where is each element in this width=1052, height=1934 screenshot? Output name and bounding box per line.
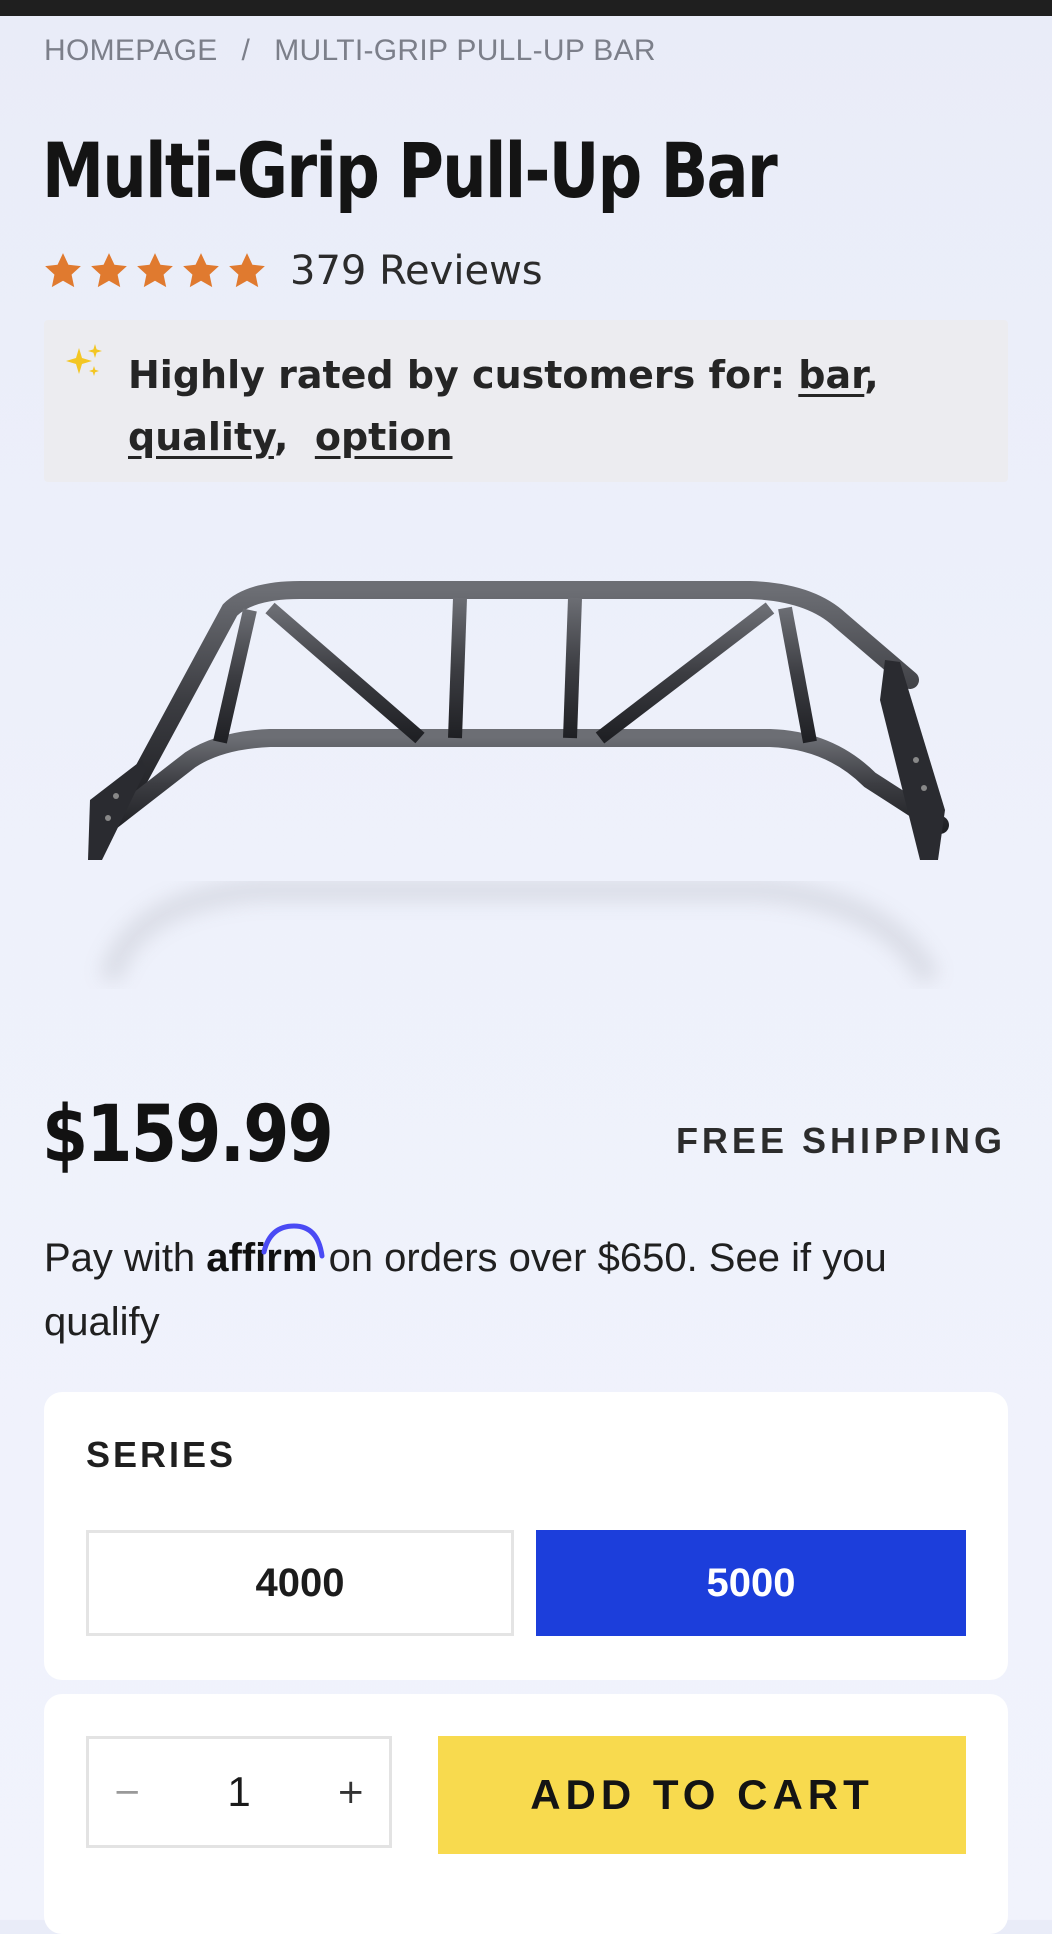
series-option-4000[interactable]: 4000	[86, 1530, 514, 1636]
affirm-financing[interactable]: Pay with affirm on orders over $650. See…	[44, 1223, 1004, 1354]
quantity-stepper: − 1 +	[86, 1736, 392, 1848]
highlight-tag-option[interactable]: option	[315, 415, 453, 459]
star-icon	[88, 250, 130, 292]
rating-row[interactable]: 379 Reviews	[42, 248, 543, 294]
breadcrumb-home[interactable]: HOMEPAGE	[44, 34, 218, 68]
star-icon	[134, 250, 176, 292]
highlight-tag-bar[interactable]: bar	[798, 353, 864, 397]
quantity-input[interactable]: 1	[227, 1768, 250, 1816]
star-icon	[226, 250, 268, 292]
affirm-logo: affirm	[206, 1223, 325, 1290]
breadcrumb-separator: /	[241, 34, 251, 67]
highlights-text: Highly rated by customers for: bar, qual…	[128, 353, 879, 459]
breadcrumb-current: MULTI-GRIP PULL-UP BAR	[274, 34, 656, 67]
customer-highlights: Highly rated by customers for: bar, qual…	[44, 320, 1008, 482]
product-title: Multi-Grip Pull-Up Bar	[42, 126, 778, 215]
increase-quantity-button[interactable]: +	[336, 1772, 365, 1812]
star-icon	[180, 250, 222, 292]
product-price: $159.99	[42, 1090, 334, 1180]
breadcrumb: HOMEPAGE / MULTI-GRIP PULL-UP BAR	[44, 34, 656, 68]
product-image[interactable]	[70, 560, 970, 1030]
highlight-tag-quality[interactable]: quality	[128, 415, 274, 459]
star-rating	[42, 250, 268, 292]
star-icon	[42, 250, 84, 292]
decrease-quantity-button[interactable]: −	[113, 1772, 142, 1812]
add-to-cart-button[interactable]: ADD TO CART	[438, 1736, 966, 1854]
series-label: SERIES	[86, 1434, 237, 1475]
add-to-cart-card: − 1 + ADD TO CART	[44, 1694, 1008, 1934]
sparkle-icon	[64, 342, 106, 388]
highlights-prefix: Highly rated by customers for:	[128, 353, 786, 397]
reviews-count-link[interactable]: 379 Reviews	[290, 248, 543, 294]
top-status-bar	[0, 0, 1052, 16]
series-option-5000[interactable]: 5000	[536, 1530, 966, 1636]
free-shipping-label: FREE SHIPPING	[675, 1120, 1006, 1161]
affirm-arc-icon	[261, 1223, 325, 1259]
affirm-pay-with: Pay with	[44, 1236, 196, 1280]
series-selector-card: SERIES 4000 5000	[44, 1392, 1008, 1680]
